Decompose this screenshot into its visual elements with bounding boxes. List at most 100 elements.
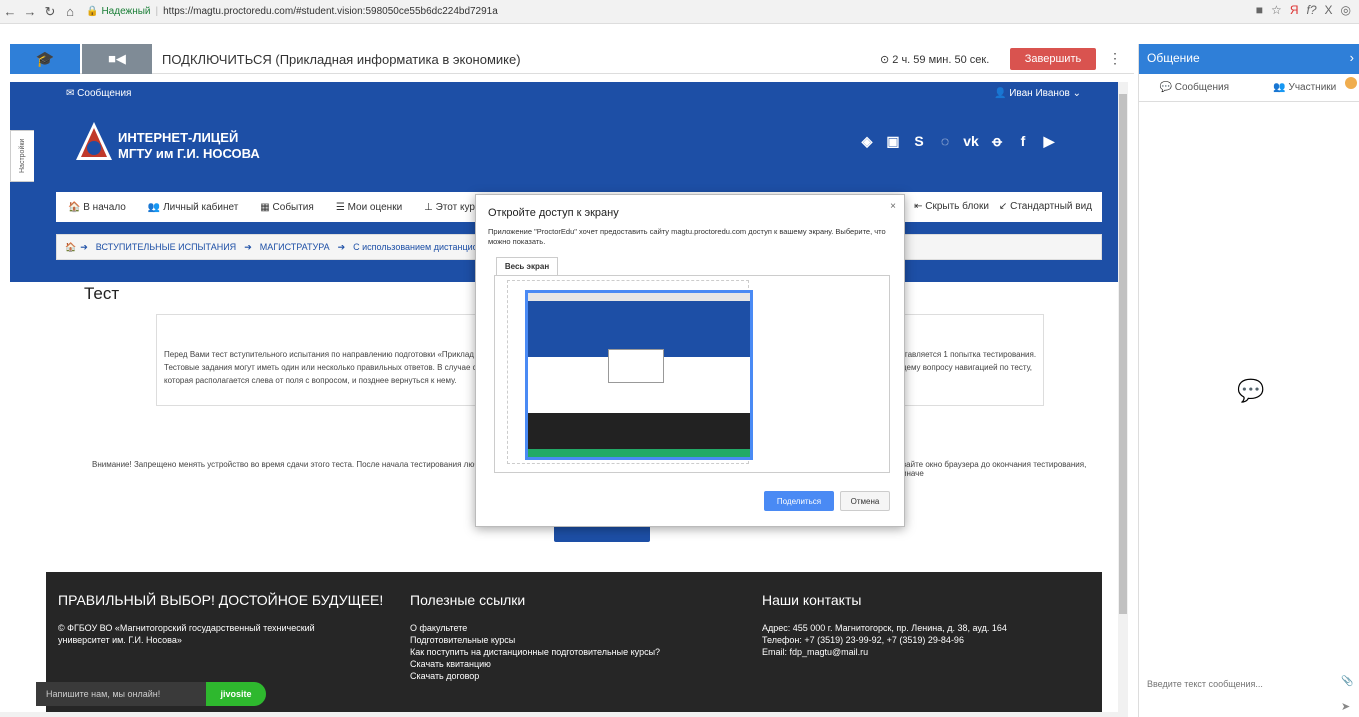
dialog-title: Откройте доступ к экрану: [488, 207, 619, 219]
dialog-message: Приложение "ProctorEdu" хочет предостави…: [488, 227, 886, 246]
jivosite-logo: jivosite: [206, 682, 266, 706]
vk-icon[interactable]: vk: [960, 130, 982, 152]
warning-text-right: вайте окно браузера до окончания тестиро…: [902, 460, 1087, 478]
footer-copyright: © ФГБОУ ВО «Магнитогорский государственн…: [58, 623, 315, 645]
fx-icon[interactable]: f?: [1306, 3, 1316, 17]
breadcrumb-separator-icon: ➔: [244, 241, 252, 252]
home-icon[interactable]: ⌂: [60, 4, 80, 19]
nav-cabinet[interactable]: 👥 Личный кабинет: [148, 202, 238, 213]
browser-toolbar: ← → ↻ ⌂ 🔒 Надежный | https://magtu.proct…: [0, 0, 1359, 24]
x-extension-icon[interactable]: X: [1325, 3, 1333, 17]
contact-email[interactable]: Email: fdp_magtu@mail.ru: [762, 646, 1007, 658]
footer-link[interactable]: Скачать квитанцию: [410, 658, 660, 670]
close-icon[interactable]: ×: [890, 201, 896, 212]
participants-badge: [1345, 77, 1357, 89]
footer-links: О факультете Подготовительные курсы Как …: [410, 622, 660, 682]
nav-events[interactable]: ▦ События: [260, 202, 314, 213]
footer-slogan: ПРАВИЛЬНЫЙ ВЫБОР! ДОСТОЙНОЕ БУДУЩЕЕ!: [58, 592, 384, 608]
scrollbar-thumb[interactable]: [1119, 94, 1127, 614]
users-icon: 👥: [1273, 82, 1286, 93]
browser-extensions: ■ ☆ Я f? X ◎: [1256, 3, 1351, 17]
back-icon[interactable]: ←: [0, 4, 20, 19]
graduation-cap-button[interactable]: 🎓: [10, 44, 80, 74]
collapse-icon: ↙: [998, 201, 1008, 212]
list-icon: ☰: [335, 201, 345, 213]
extension-icon[interactable]: ◎: [1341, 3, 1351, 17]
page-scrollbar[interactable]: [1118, 82, 1128, 712]
user-menu[interactable]: 👤 Иван Иванов ⌄: [994, 88, 1081, 99]
url-text: https://magtu.proctoredu.com/#student.vi…: [163, 6, 498, 17]
cancel-button[interactable]: Отмена: [840, 491, 890, 511]
eye-icon[interactable]: ◈: [856, 130, 878, 152]
users-icon: 👥: [147, 201, 161, 213]
reload-icon[interactable]: ↻: [40, 4, 60, 20]
translate-icon[interactable]: ▣: [882, 130, 904, 152]
footer-link[interactable]: Подготовительные курсы: [410, 634, 660, 646]
bookmark-star-icon[interactable]: ☆: [1271, 3, 1282, 17]
forward-icon[interactable]: →: [20, 4, 40, 19]
screen-picker: [494, 275, 890, 473]
breadcrumb-separator-icon: ➔: [337, 241, 346, 252]
intro-text: Перед Вами тест вступительного испытания…: [164, 350, 482, 385]
session-title: ПОДКЛЮЧИТЬСЯ (Прикладная информатика в э…: [162, 52, 521, 67]
chevron-right-icon[interactable]: ›: [1350, 50, 1354, 65]
chat-panel: Общение › 💬 Сообщения 👥 Участники 💬 📎 ➤: [1138, 44, 1359, 717]
skype-icon[interactable]: S: [908, 130, 930, 152]
comment-icon: 💬: [1159, 82, 1172, 93]
paperclip-icon[interactable]: 📎: [1341, 676, 1353, 687]
facebook-icon[interactable]: f: [1012, 130, 1034, 152]
screen-thumbnail[interactable]: [525, 290, 753, 460]
footer-link[interactable]: Скачать договор: [410, 670, 660, 682]
camera-button[interactable]: ■◀: [82, 44, 152, 74]
lyceum-name: ИНТЕРНЕТ-ЛИЦЕЙ МГТУ им Г.И. НОСОВА: [118, 130, 260, 161]
breadcrumb-item[interactable]: МАГИСТРАТУРА: [260, 242, 330, 252]
horizontal-scrollbar[interactable]: [0, 712, 1128, 717]
comments-icon: 💬: [1237, 378, 1265, 403]
home-icon[interactable]: 🏠: [65, 242, 76, 253]
breadcrumb-item[interactable]: ВСТУПИТЕЛЬНЫЕ ИСПЫТАНИЯ: [96, 242, 236, 252]
youtube-icon[interactable]: ▶: [1038, 130, 1060, 152]
chat-message-input[interactable]: [1143, 674, 1333, 694]
social-links: ◈ ▣ S ◌ vk ꝋ f ▶: [856, 130, 1060, 152]
yandex-icon[interactable]: Я: [1290, 3, 1299, 17]
graduation-cap-icon: 🎓: [35, 51, 55, 68]
nav-grades[interactable]: ☰ Мои оценки: [336, 202, 402, 213]
tab-messages[interactable]: 💬 Сообщения: [1139, 82, 1250, 93]
user-icon: 👤: [994, 88, 1007, 99]
home-icon: 🏠: [68, 201, 81, 213]
envelope-icon: ✉: [66, 88, 75, 99]
contact-address: Адрес: 455 000 г. Магнитогорск, пр. Лени…: [762, 623, 1007, 633]
whatsapp-icon[interactable]: ◌: [934, 130, 956, 152]
settings-tab[interactable]: Настройки: [10, 130, 34, 182]
hide-blocks-icon: ⇤: [914, 201, 923, 212]
nav-course[interactable]: ⊥ Этот кур: [424, 202, 475, 213]
footer-contacts: Адрес: 455 000 г. Магнитогорск, пр. Лени…: [762, 622, 1007, 658]
lock-icon: 🔒: [86, 6, 99, 17]
footer-link[interactable]: Как поступить на дистанционные подготови…: [410, 646, 660, 658]
session-timer: ⊙ 2 ч. 59 мин. 50 сек.: [880, 53, 989, 66]
video-camera-icon: ■◀: [108, 51, 126, 66]
more-menu-icon[interactable]: ⋮: [1108, 50, 1122, 67]
standard-view-button[interactable]: ↙ Стандартный вид: [999, 201, 1092, 212]
intro-text-right: ставляется 1 попытка тестирования. щему …: [900, 350, 1037, 372]
secure-label: Надежный: [101, 6, 151, 17]
footer-contacts-title: Наши контакты: [762, 592, 862, 608]
odnoklassniki-icon[interactable]: ꝋ: [986, 130, 1008, 152]
jivosite-chat-widget[interactable]: Напишите нам, мы онлайн! jivosite: [36, 682, 266, 706]
send-icon[interactable]: ➤: [1341, 700, 1350, 713]
contact-phone: Телефон: +7 (3519) 23-99-92, +7 (3519) 2…: [762, 635, 964, 645]
hide-blocks-button[interactable]: ⇤ Скрыть блоки: [914, 201, 989, 212]
proctor-toolbar: 🎓 ■◀ ПОДКЛЮЧИТЬСЯ (Прикладная информатик…: [10, 44, 1134, 74]
finish-button[interactable]: Завершить: [1010, 48, 1096, 70]
calendar-icon: ▦: [260, 201, 270, 213]
camera-icon[interactable]: ■: [1256, 3, 1263, 17]
tab-participants[interactable]: 👥 Участники: [1250, 82, 1359, 93]
messages-link[interactable]: ✉ Сообщения: [66, 88, 131, 99]
footer-link[interactable]: О факультете: [410, 622, 660, 634]
nav-home[interactable]: 🏠 В начало: [68, 202, 126, 213]
tab-entire-screen[interactable]: Весь экран: [496, 257, 558, 275]
address-bar[interactable]: 🔒 Надежный | https://magtu.proctoredu.co…: [86, 6, 498, 17]
share-button[interactable]: Поделиться: [764, 491, 834, 511]
clock-icon: ⊙: [880, 54, 890, 66]
lyceum-logo: [76, 122, 112, 160]
